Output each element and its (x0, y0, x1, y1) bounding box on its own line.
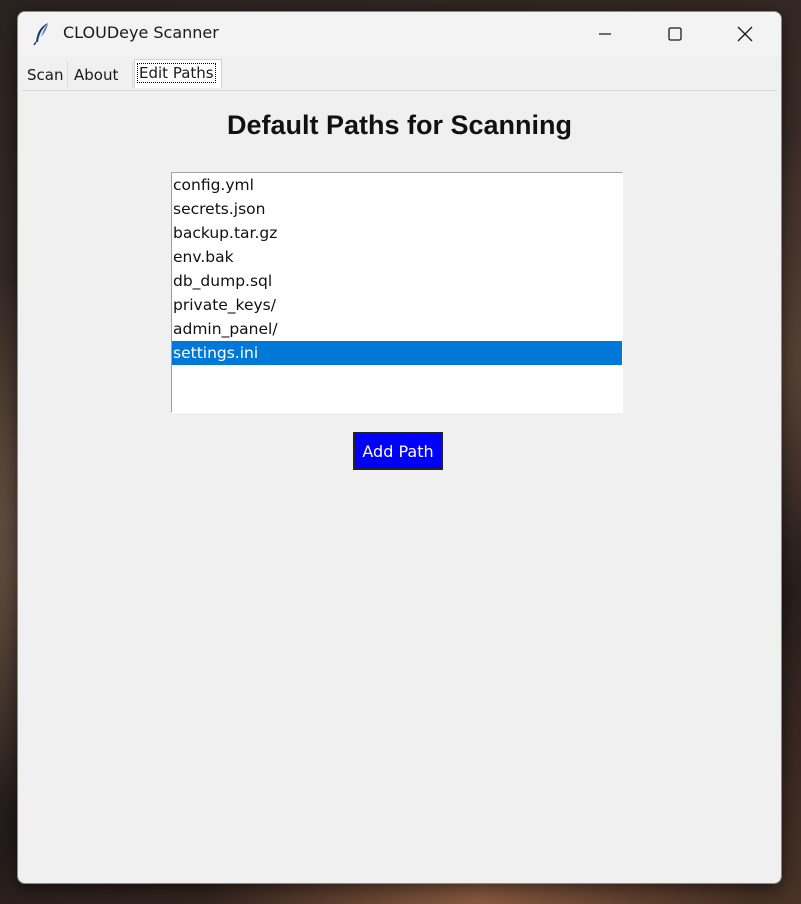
list-item[interactable]: admin_panel/ (172, 317, 622, 341)
maximize-icon (668, 27, 682, 41)
notebook-tabs: Scan About Edit Paths (22, 58, 777, 91)
list-item[interactable]: config.yml (172, 173, 622, 197)
list-item[interactable]: db_dump.sql (172, 269, 622, 293)
page-title: Default Paths for Scanning (226, 110, 573, 140)
list-item-selected[interactable]: settings.ini (172, 341, 622, 365)
minimize-button[interactable] (570, 12, 640, 56)
feather-icon (32, 22, 52, 46)
list-item[interactable]: env.bak (172, 245, 622, 269)
list-item[interactable]: backup.tar.gz (172, 221, 622, 245)
tab-edit-paths-label: Edit Paths (137, 63, 216, 83)
window-title: CLOUDeye Scanner (63, 23, 219, 42)
minimize-icon (599, 33, 611, 35)
tab-about[interactable]: About (71, 62, 133, 88)
close-icon (737, 26, 753, 42)
list-item[interactable]: private_keys/ (172, 293, 622, 317)
title-bar[interactable]: CLOUDeye Scanner (18, 12, 781, 56)
tab-edit-paths[interactable]: Edit Paths (134, 59, 222, 88)
app-window: CLOUDeye Scanner Scan About Edit Paths D… (17, 11, 782, 884)
close-button[interactable] (710, 12, 780, 56)
tab-scan[interactable]: Scan (24, 62, 68, 88)
add-path-button[interactable]: Add Path (353, 432, 443, 470)
paths-listbox[interactable]: config.yml secrets.json backup.tar.gz en… (171, 172, 623, 413)
maximize-button[interactable] (640, 12, 710, 56)
list-item[interactable]: secrets.json (172, 197, 622, 221)
